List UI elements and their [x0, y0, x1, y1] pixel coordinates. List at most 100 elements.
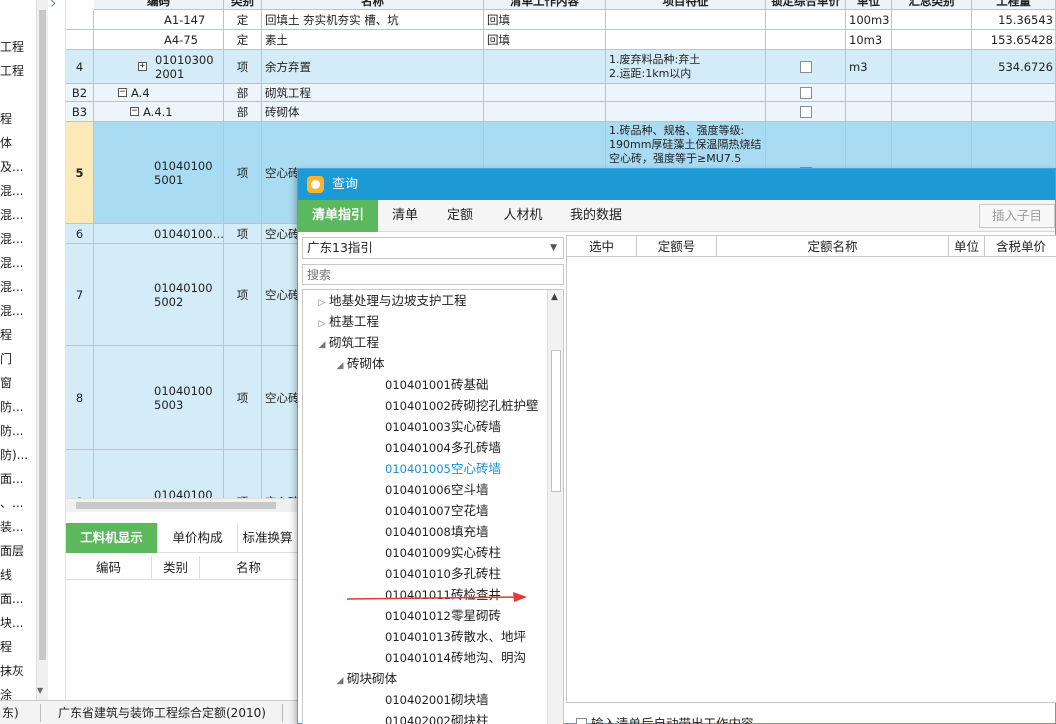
feature-cell[interactable]: [606, 84, 766, 102]
tree-node[interactable]: ◢ 砌块砌体: [333, 668, 397, 689]
tree-node[interactable]: ▷ 地基处理与边坡支护工程: [315, 290, 467, 311]
bottom-tab[interactable]: 单价构成: [158, 523, 238, 553]
table-row[interactable]: A4-75 定素土 回填 10m3 153.65428: [66, 30, 1056, 50]
feature-cell[interactable]: 1.废弃料品种:弃土 2.运距:1km以内: [606, 50, 766, 84]
bottom-tab[interactable]: 工料机显示: [66, 523, 158, 553]
lock-price-checkbox[interactable]: [799, 60, 812, 73]
grid-header-cell[interactable]: 工程量: [972, 0, 1056, 10]
grid-header-cell[interactable]: 单位: [846, 0, 892, 10]
work-cell[interactable]: [484, 102, 606, 122]
unit-cell[interactable]: 100m3: [846, 10, 892, 30]
tree-node[interactable]: 010401006空斗墙: [385, 479, 489, 500]
sidebar-item[interactable]: 工程: [0, 62, 24, 80]
result-column-header[interactable]: 选中: [567, 236, 637, 257]
table-row[interactable]: 4 +010103002001 项余方弃置 1.废弃料品种:弃土 2.运距:1km以内…: [66, 50, 1056, 84]
work-cell[interactable]: [484, 84, 606, 102]
dialog-tab[interactable]: 清单: [378, 200, 432, 232]
collapse-icon[interactable]: −: [130, 107, 139, 116]
sidebar-item[interactable]: 防...: [0, 398, 23, 416]
tree-scroll-thumb[interactable]: [551, 350, 561, 492]
code-cell[interactable]: − A.4.1: [94, 102, 224, 122]
unit-cell[interactable]: [846, 102, 892, 122]
tree-node[interactable]: 010402001砌块墙: [385, 689, 489, 710]
feature-cell[interactable]: [606, 102, 766, 122]
summary-type-cell[interactable]: [892, 102, 972, 122]
name-cell[interactable]: 素土: [262, 30, 484, 50]
library-select[interactable]: 广东13指引 ▼: [302, 237, 564, 259]
sidebar-item[interactable]: 块...: [0, 614, 23, 632]
code-cell[interactable]: A1-147: [94, 10, 224, 30]
bottom-column-header[interactable]: 类别: [152, 556, 200, 580]
unit-cell[interactable]: 10m3: [846, 30, 892, 50]
tree-node[interactable]: 010401005空心砖墙: [385, 458, 501, 479]
unit-cell[interactable]: [846, 84, 892, 102]
auto-fill-option[interactable]: 输入清单后自动带出工作内容: [576, 717, 754, 724]
sidebar-item[interactable]: 抹灰: [0, 662, 24, 680]
sidebar-item[interactable]: 混...: [0, 302, 23, 320]
result-column-header[interactable]: 定额名称: [717, 236, 949, 257]
quantity-cell[interactable]: 15.36543: [972, 10, 1056, 30]
tree-node[interactable]: ▷ 桩基工程: [315, 311, 379, 332]
quantity-cell[interactable]: 153.65428: [972, 30, 1056, 50]
collapse-icon[interactable]: −: [118, 88, 127, 97]
sidebar-item[interactable]: 体: [0, 134, 12, 152]
tree-node[interactable]: ◢ 砖砌体: [333, 353, 385, 374]
sidebar-item[interactable]: 线: [0, 566, 12, 584]
lock-price-cell[interactable]: [766, 102, 846, 122]
grid-header-cell[interactable]: 编码: [94, 0, 224, 10]
dialog-tab[interactable]: 我的数据: [558, 200, 634, 232]
lock-price-cell[interactable]: [766, 30, 846, 50]
sidebar-item[interactable]: 、...: [0, 494, 23, 512]
search-input[interactable]: [302, 264, 564, 285]
result-column-header[interactable]: 单位: [949, 236, 985, 257]
tree-node[interactable]: 010401001砖基础: [385, 374, 489, 395]
grid-header-cell[interactable]: 锁定综合单价: [766, 0, 846, 10]
quantity-cell[interactable]: [972, 102, 1056, 122]
tree-node[interactable]: 010401009实心砖柱: [385, 542, 501, 563]
grid-scroll-thumb[interactable]: [76, 502, 276, 509]
grid-header-cell[interactable]: 名称: [262, 0, 484, 10]
lock-price-checkbox[interactable]: [799, 86, 812, 99]
dialog-titlebar[interactable]: 查询: [298, 169, 1055, 200]
tree-node[interactable]: 010401012零星砌砖: [385, 605, 501, 626]
feature-cell[interactable]: [606, 10, 766, 30]
name-cell[interactable]: 砖砌体: [262, 102, 484, 122]
code-cell[interactable]: − A.4: [94, 84, 224, 102]
name-cell[interactable]: 余方弃置: [262, 50, 484, 84]
sidebar-item[interactable]: 程: [0, 638, 12, 656]
table-row[interactable]: B3− A.4.1 部砖砌体: [66, 102, 1056, 122]
quantity-cell[interactable]: 534.6726: [972, 50, 1056, 84]
sidebar-item[interactable]: 面层: [0, 542, 24, 560]
sidebar-item[interactable]: 防...: [0, 422, 23, 440]
bottom-column-header[interactable]: 编码: [66, 556, 152, 580]
grid-header-cell[interactable]: 清单工作内容: [484, 0, 606, 10]
summary-type-cell[interactable]: [892, 30, 972, 50]
collapse-chevron-icon[interactable]: ┘: [47, 0, 64, 13]
sidebar-item[interactable]: 程: [0, 326, 12, 344]
bottom-column-header[interactable]: 名称: [200, 556, 298, 580]
sidebar-item[interactable]: 装...: [0, 518, 23, 536]
work-cell[interactable]: 回填: [484, 10, 606, 30]
sidebar-item[interactable]: 面...: [0, 590, 23, 608]
result-column-header[interactable]: 定额号: [637, 236, 717, 257]
sidebar-item[interactable]: 混...: [0, 278, 23, 296]
code-cell[interactable]: 010401005003: [94, 346, 224, 450]
sidebar-scrollbar[interactable]: [36, 0, 48, 700]
code-cell[interactable]: 010401005002: [94, 244, 224, 346]
grid-header-cell[interactable]: 项目特征: [606, 0, 766, 10]
insert-subitem-button[interactable]: 插入子目: [979, 204, 1055, 228]
expand-icon[interactable]: +: [138, 62, 147, 71]
tree-node[interactable]: 010401013砖散水、地坪: [385, 626, 526, 647]
lock-price-cell[interactable]: [766, 50, 846, 84]
feature-cell[interactable]: [606, 30, 766, 50]
dialog-tab[interactable]: 人材机: [488, 200, 558, 232]
tree-collapse-icon[interactable]: ◢: [315, 335, 329, 356]
sidebar-item[interactable]: 防)...: [0, 446, 28, 464]
summary-type-cell[interactable]: [892, 84, 972, 102]
grid-header-cell[interactable]: 汇总类别: [892, 0, 972, 10]
scroll-down-arrow-icon[interactable]: ▼: [37, 686, 43, 695]
sidebar-item[interactable]: 程: [0, 110, 12, 128]
dialog-tab[interactable]: 定额: [432, 200, 488, 232]
sidebar-item[interactable]: 混...: [0, 182, 23, 200]
unit-cell[interactable]: m3: [846, 50, 892, 84]
